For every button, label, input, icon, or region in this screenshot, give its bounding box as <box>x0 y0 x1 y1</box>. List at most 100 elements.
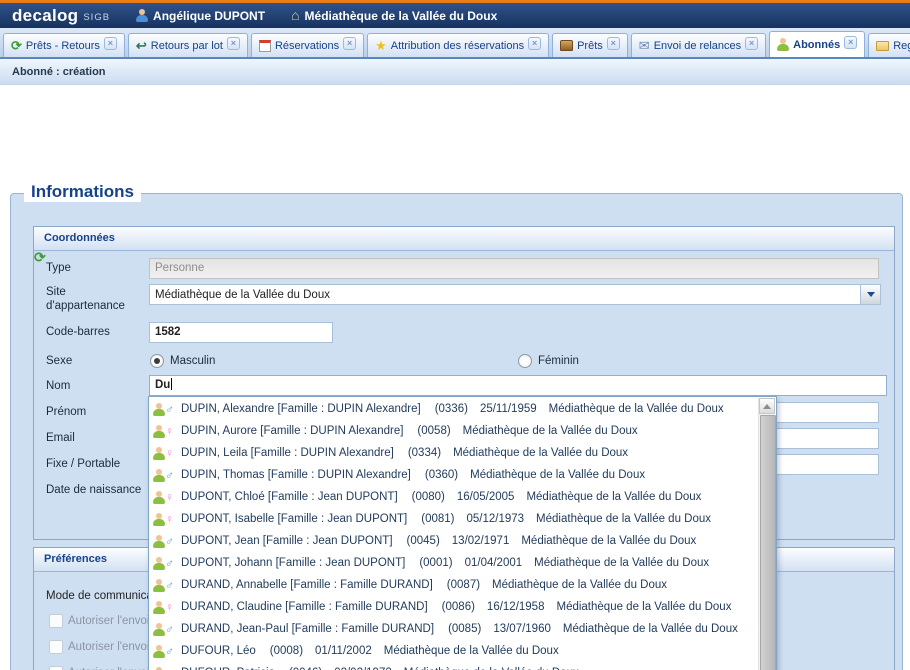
subscriber-site: Médiathèque de la Vallée du Doux <box>526 491 701 503</box>
radio-masculin[interactable] <box>150 354 164 368</box>
current-site-label: Médiathèque de la Vallée du Doux <box>305 9 498 23</box>
list-item[interactable]: ♂DUPONT, Jean [Famille : Jean DUPONT](00… <box>149 530 758 552</box>
checkbox[interactable] <box>49 614 63 628</box>
subscriber-code: (0080) <box>412 491 445 503</box>
female-icon: ♀ <box>165 667 174 670</box>
subscriber-site: Médiathèque de la Vallée du Doux <box>549 403 724 415</box>
close-icon[interactable]: × <box>343 37 356 50</box>
list-item[interactable]: ♀DURAND, Claudine [Famille : Famille DUR… <box>149 596 758 618</box>
subscriber-site: Médiathèque de la Vallée du Doux <box>384 645 559 657</box>
tab-label: Retours par lot <box>151 40 223 52</box>
list-item[interactable]: ♀DUPIN, Aurore [Famille : DUPIN Alexandr… <box>149 420 758 442</box>
list-item[interactable]: ♀DUPONT, Chloé [Famille : Jean DUPONT](0… <box>149 486 758 508</box>
female-icon: ♀ <box>165 425 174 438</box>
type-field: Personne <box>149 258 879 279</box>
undo-icon: ↩ <box>136 39 147 52</box>
tab-r-servations[interactable]: Réservations× <box>251 33 364 57</box>
subscriber-birthdate: 25/11/1959 <box>480 403 537 415</box>
app-header: decalog SIGB Angélique DUPONT ⌂ Médiathè… <box>0 3 910 28</box>
scroll-up-button[interactable] <box>759 398 775 414</box>
arrow-up-icon <box>763 404 771 409</box>
subscriber-code: (0001) <box>419 557 452 569</box>
site-select[interactable]: Médiathèque de la Vallée du Doux <box>149 284 881 305</box>
tab-abonn-s[interactable]: Abonnés × <box>769 31 865 57</box>
subscriber-name: DUFOUR, Léo <box>181 645 256 657</box>
subscriber-birthdate: 01/04/2001 <box>465 557 523 569</box>
person-green-icon <box>153 623 165 636</box>
subscriber-name: DURAND, Jean-Paul [Famille : Famille DUR… <box>181 623 434 635</box>
tab-label: Abonnés <box>793 39 840 51</box>
person-green-icon <box>153 645 165 658</box>
page-title: Informations <box>24 182 141 202</box>
site-label-line2: d'appartenance <box>46 300 125 312</box>
chest-icon <box>560 40 573 51</box>
sexe-label: Sexe <box>46 355 72 367</box>
list-item[interactable]: ♂DUFOUR, Léo(0008)01/11/2002Médiathèque … <box>149 640 758 662</box>
current-user[interactable]: Angélique DUPONT <box>136 9 265 23</box>
subscriber-name: DUPONT, Jean [Famille : Jean DUPONT] <box>181 535 393 547</box>
list-item[interactable]: ♀DUPIN, Leila [Famille : DUPIN Alexandre… <box>149 442 758 464</box>
close-icon[interactable]: × <box>745 37 758 50</box>
subscriber-code: (0045) <box>407 535 440 547</box>
app-logo: decalog <box>12 6 78 26</box>
male-icon: ♂ <box>165 403 174 416</box>
tab-regroupem[interactable]: Regroupem <box>868 33 910 57</box>
subscriber-site: Médiathèque de la Vallée du Doux <box>521 535 696 547</box>
site-select-value: Médiathèque de la Vallée du Doux <box>150 289 860 301</box>
current-user-label: Angélique DUPONT <box>153 9 265 23</box>
person-green-icon <box>153 601 165 614</box>
scrollbar-thumb[interactable] <box>760 415 776 670</box>
radio-feminin[interactable] <box>518 354 532 368</box>
preference-label: Autoriser l'envoi <box>68 641 149 653</box>
date-naissance-label: Date de naissance <box>46 484 141 496</box>
subscriber-birthdate: 05/12/1973 <box>466 513 524 525</box>
list-item[interactable]: ♂DUPONT, Johann [Famille : Jean DUPONT](… <box>149 552 758 574</box>
tab-pr-ts-retours[interactable]: ⟳Prêts - Retours× <box>3 33 125 57</box>
subscriber-site: Médiathèque de la Vallée du Doux <box>536 513 711 525</box>
mode-communication-label: Mode de communica <box>46 590 153 602</box>
checkbox[interactable] <box>49 666 63 670</box>
close-icon[interactable]: × <box>227 37 240 50</box>
list-item[interactable]: ♀DUFOUR, Patricia(0046)02/02/1972Médiath… <box>149 662 758 670</box>
list-item[interactable]: ♂DUPIN, Alexandre [Famille : DUPIN Alexa… <box>149 398 758 420</box>
subscriber-name: DUPONT, Johann [Famille : Jean DUPONT] <box>181 557 405 569</box>
close-icon[interactable]: × <box>844 36 857 49</box>
person-green-icon <box>777 38 789 51</box>
site-label-line1: Site <box>46 286 66 298</box>
subscriber-name: DUPIN, Leila [Famille : DUPIN Alexandre] <box>181 447 394 459</box>
nom-field[interactable]: Du <box>149 375 887 396</box>
tab-attribution-des-r-servations[interactable]: ★Attribution des réservations× <box>367 33 549 57</box>
subscriber-name: DUPIN, Thomas [Famille : DUPIN Alexandre… <box>181 469 411 481</box>
barcode-field[interactable]: 1582 <box>149 322 333 343</box>
list-item[interactable]: ♀DUPONT, Isabelle [Famille : Jean DUPONT… <box>149 508 758 530</box>
subscriber-code: (0360) <box>425 469 458 481</box>
tab-pr-ts[interactable]: Prêts× <box>552 33 628 57</box>
person-green-icon <box>153 513 165 526</box>
person-green-icon <box>153 667 165 670</box>
subscriber-name: DURAND, Claudine [Famille : Famille DURA… <box>181 601 428 613</box>
person-green-icon <box>153 447 165 460</box>
close-icon[interactable]: × <box>528 37 541 50</box>
subscriber-site: Médiathèque de la Vallée du Doux <box>563 623 738 635</box>
current-site[interactable]: ⌂ Médiathèque de la Vallée du Doux <box>291 9 497 23</box>
site-select-button[interactable] <box>860 285 880 304</box>
refresh-icon[interactable]: ⟳ <box>34 251 46 264</box>
nom-value: Du <box>155 379 170 391</box>
close-icon[interactable]: × <box>607 37 620 50</box>
checkbox[interactable] <box>49 640 63 654</box>
list-item[interactable]: ♂DUPIN, Thomas [Famille : DUPIN Alexandr… <box>149 464 758 486</box>
tab-envoi-de-relances[interactable]: ✉Envoi de relances× <box>631 33 766 57</box>
list-item[interactable]: ♂DURAND, Annabelle [Famille : Famille DU… <box>149 574 758 596</box>
fixe-portable-label: Fixe / Portable <box>46 458 120 470</box>
tab-label: Regroupem <box>893 40 910 52</box>
dropdown-scrollbar[interactable] <box>758 398 775 670</box>
tab-retours-par-lot[interactable]: ↩ Retours par lot × <box>128 33 248 57</box>
breadcrumb: Abonné : création <box>0 59 910 85</box>
prenom-label: Prénom <box>46 406 86 418</box>
star-icon: ★ <box>375 39 387 52</box>
list-item[interactable]: ♂DURAND, Jean-Paul [Famille : Famille DU… <box>149 618 758 640</box>
person-green-icon <box>153 579 165 592</box>
radio-feminin-label: Féminin <box>538 355 579 367</box>
sync-icon: ⟳ <box>11 39 22 52</box>
close-icon[interactable]: × <box>104 37 117 50</box>
